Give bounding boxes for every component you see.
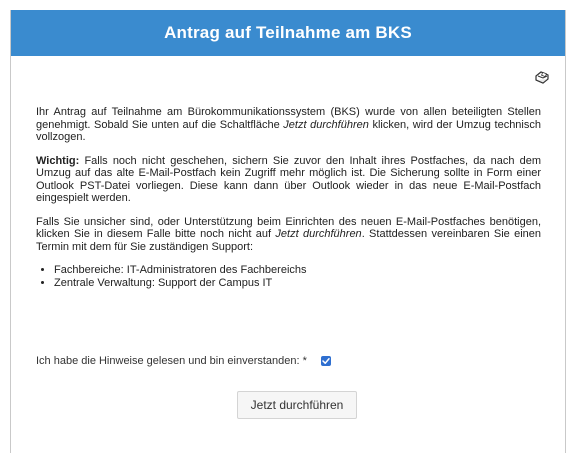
support-emphasis: Jetzt durchführen (275, 228, 362, 240)
page-frame: Antrag auf Teilnahme am BKS Ihr Antrag a… (10, 10, 566, 453)
submit-button[interactable]: Jetzt durchführen (237, 391, 357, 419)
page-title: Antrag auf Teilnahme am BKS (164, 23, 412, 42)
check-icon (322, 358, 330, 364)
list-item: Zentrale Verwaltung: Support der Campus … (54, 277, 541, 290)
warning-paragraph: Wichtig: Falls noch nicht geschehen, sic… (36, 155, 541, 205)
consent-row: Ich habe die Hinweise gelesen und bin ei… (36, 355, 331, 367)
intro-emphasis: Jetzt durchführen (283, 118, 369, 131)
warning-text: Falls noch nicht geschehen, sichern Sie … (36, 154, 541, 205)
consent-checkbox[interactable] (320, 356, 331, 366)
support-paragraph: Falls Sie unsicher sind, oder Unterstütz… (36, 216, 541, 254)
warning-label: Wichtig: (36, 154, 80, 167)
intro-paragraph: Ihr Antrag auf Teilnahme am Bürokommunik… (36, 106, 541, 144)
page-header: Antrag auf Teilnahme am BKS (11, 10, 565, 56)
info-text: Ihr Antrag auf Teilnahme am Bürokommunik… (36, 106, 541, 289)
print-icon[interactable] (533, 70, 551, 86)
support-list: Fachbereiche: IT-Administratoren des Fac… (36, 264, 541, 289)
consent-label: Ich habe die Hinweise gelesen und bin ei… (36, 355, 307, 367)
list-item: Fachbereiche: IT-Administratoren des Fac… (54, 264, 541, 277)
